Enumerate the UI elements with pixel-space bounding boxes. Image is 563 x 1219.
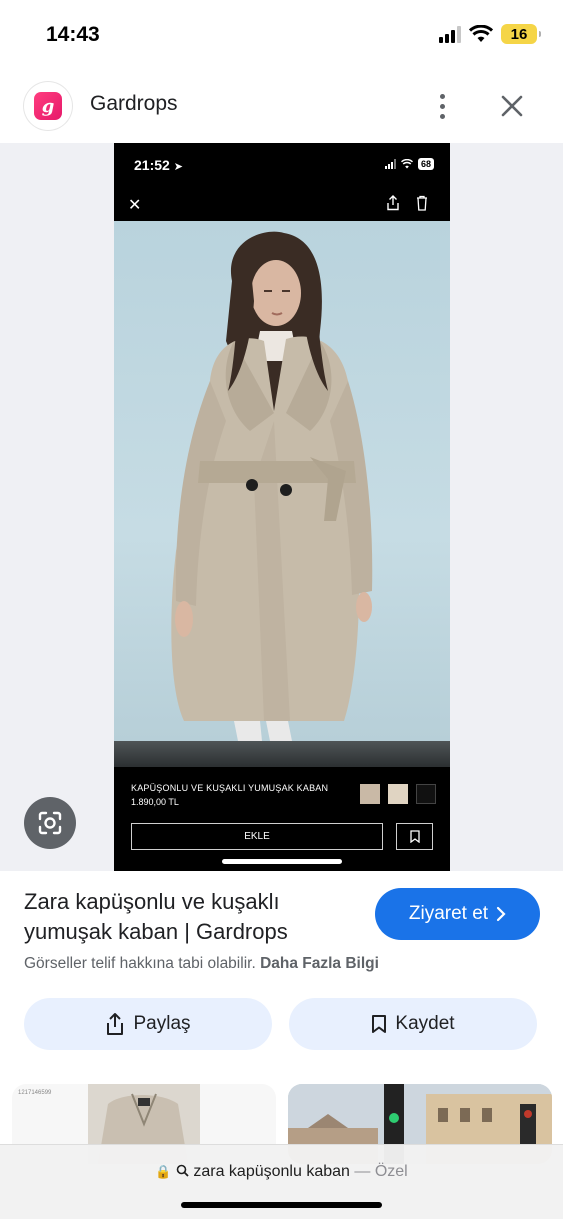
browser-url-bar[interactable]: 🔒 zara kapüşonlu kaban — Özel <box>0 1144 563 1219</box>
screenshot-trash-icon <box>417 195 427 211</box>
close-icon[interactable] <box>496 90 528 122</box>
status-icons: 16 <box>439 24 541 44</box>
app-header: g Gardrops <box>0 72 563 142</box>
screenshot-home-indicator <box>222 859 342 864</box>
product-price: 1.890,00 TL <box>131 797 179 807</box>
status-time: 14:43 <box>46 23 100 46</box>
screenshot-time: 21:52 ➤ <box>134 157 183 173</box>
screenshot-wifi-icon <box>400 159 413 169</box>
home-indicator <box>181 1202 382 1208</box>
screenshot-toolbar: ✕ <box>114 187 450 221</box>
more-options-icon[interactable] <box>428 90 456 122</box>
screenshot-time-text: 21:52 <box>134 157 170 173</box>
screenshot-share-icon <box>387 195 399 211</box>
save-button[interactable]: Kaydet <box>289 998 537 1050</box>
site-logo[interactable]: g <box>24 82 72 130</box>
screenshot-bookmark-icon <box>396 823 433 850</box>
site-name[interactable]: Gardrops <box>90 92 178 116</box>
related-image-code: 1217146599 <box>18 1090 52 1096</box>
swatch-beige <box>360 784 380 804</box>
status-bar: 14:43 16 <box>0 0 563 72</box>
visit-button[interactable]: Ziyaret et <box>375 888 540 940</box>
bookmark-icon <box>372 1015 387 1033</box>
screenshot-status-bar: 21:52 ➤ 68 <box>114 143 450 187</box>
gardrops-logo-icon: g <box>34 92 62 120</box>
lens-icon <box>38 811 62 835</box>
url-separator: — <box>354 1163 371 1180</box>
share-icon <box>107 1013 124 1035</box>
url-text[interactable]: 🔒 zara kapüşonlu kaban — Özel <box>0 1163 563 1181</box>
swatch-black <box>416 784 436 804</box>
next-photo-preview <box>114 741 450 767</box>
add-to-cart-button: EKLE <box>131 823 383 850</box>
swatch-cream <box>388 784 408 804</box>
share-button[interactable]: Paylaş <box>24 998 272 1050</box>
private-mode-label: Özel <box>374 1163 408 1180</box>
screenshot-status-icons: 68 <box>384 158 434 170</box>
more-info-link[interactable]: Daha Fazla Bilgi <box>260 955 379 972</box>
color-swatches <box>360 784 436 804</box>
product-panel: KAPÜŞONLU VE KUŞAKLI YUMUŞAK KABAN 1.890… <box>114 767 450 871</box>
screenshot-battery-icon: 68 <box>417 158 434 170</box>
save-label: Kaydet <box>395 1013 455 1034</box>
share-label: Paylaş <box>133 1013 191 1034</box>
search-query: zara kapüşonlu kaban <box>193 1163 350 1180</box>
cellular-signal-icon <box>439 25 461 43</box>
visit-button-label: Ziyaret et <box>408 903 489 924</box>
product-name: KAPÜŞONLU VE KUŞAKLI YUMUŞAK KABAN <box>131 783 329 793</box>
copyright-notice: Görseller telif hakkına tabi olabilir. D… <box>24 955 379 973</box>
product-photo <box>114 221 450 741</box>
model-in-coat-illustration <box>171 231 373 741</box>
battery-icon: 16 <box>501 24 541 44</box>
location-arrow-icon: ➤ <box>173 161 183 173</box>
result-title: Zara kapüşonlu ve kuşaklı yumuşak kaban … <box>24 889 288 944</box>
image-preview[interactable]: 21:52 ➤ 68 ✕ KAPÜŞONLU VE KUŞAKLI YUMUŞA… <box>0 143 563 871</box>
lock-icon: 🔒 <box>155 1164 172 1179</box>
chevron-right-icon <box>496 906 506 922</box>
wifi-icon <box>469 25 493 42</box>
result-image[interactable]: 21:52 ➤ 68 ✕ KAPÜŞONLU VE KUŞAKLI YUMUŞA… <box>114 143 450 871</box>
lens-search-button[interactable] <box>24 797 76 849</box>
search-icon <box>176 1164 189 1177</box>
copyright-text: Görseller telif hakkına tabi olabilir. <box>24 955 256 972</box>
screenshot-close-icon: ✕ <box>128 197 142 214</box>
screenshot-signal-icon <box>384 159 396 169</box>
